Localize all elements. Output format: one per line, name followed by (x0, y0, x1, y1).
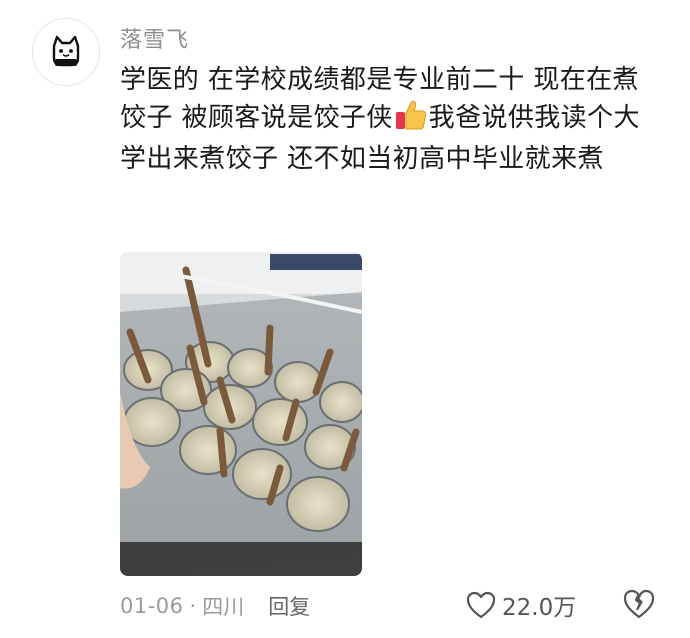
comment-body: 学医的 在学校成绩都是专业前二十 现在在煮饺子 被顾客说是饺子侠 我爸说供我读个大… (120, 62, 665, 178)
like-count: 22.0万 (502, 595, 577, 621)
comment-meta: 01-06 · 四川 回复 (120, 590, 310, 622)
heart-outline-icon (466, 591, 496, 619)
thumbs-up-emoji (394, 99, 428, 142)
comment-photo-dumplings[interactable] (120, 252, 362, 576)
comment-date: 01-06 (120, 594, 184, 618)
meta-separator: · (189, 594, 197, 618)
comment-location: 四川 (202, 595, 245, 619)
comment-username[interactable]: 落雪飞 (120, 22, 189, 54)
dislike-button[interactable] (622, 588, 656, 622)
broken-heart-icon (623, 589, 655, 619)
like-button[interactable]: 22.0万 (466, 588, 576, 622)
reply-button[interactable]: 回复 (268, 591, 310, 621)
user-avatar[interactable] (32, 18, 100, 86)
cat-avatar-icon (52, 35, 80, 67)
